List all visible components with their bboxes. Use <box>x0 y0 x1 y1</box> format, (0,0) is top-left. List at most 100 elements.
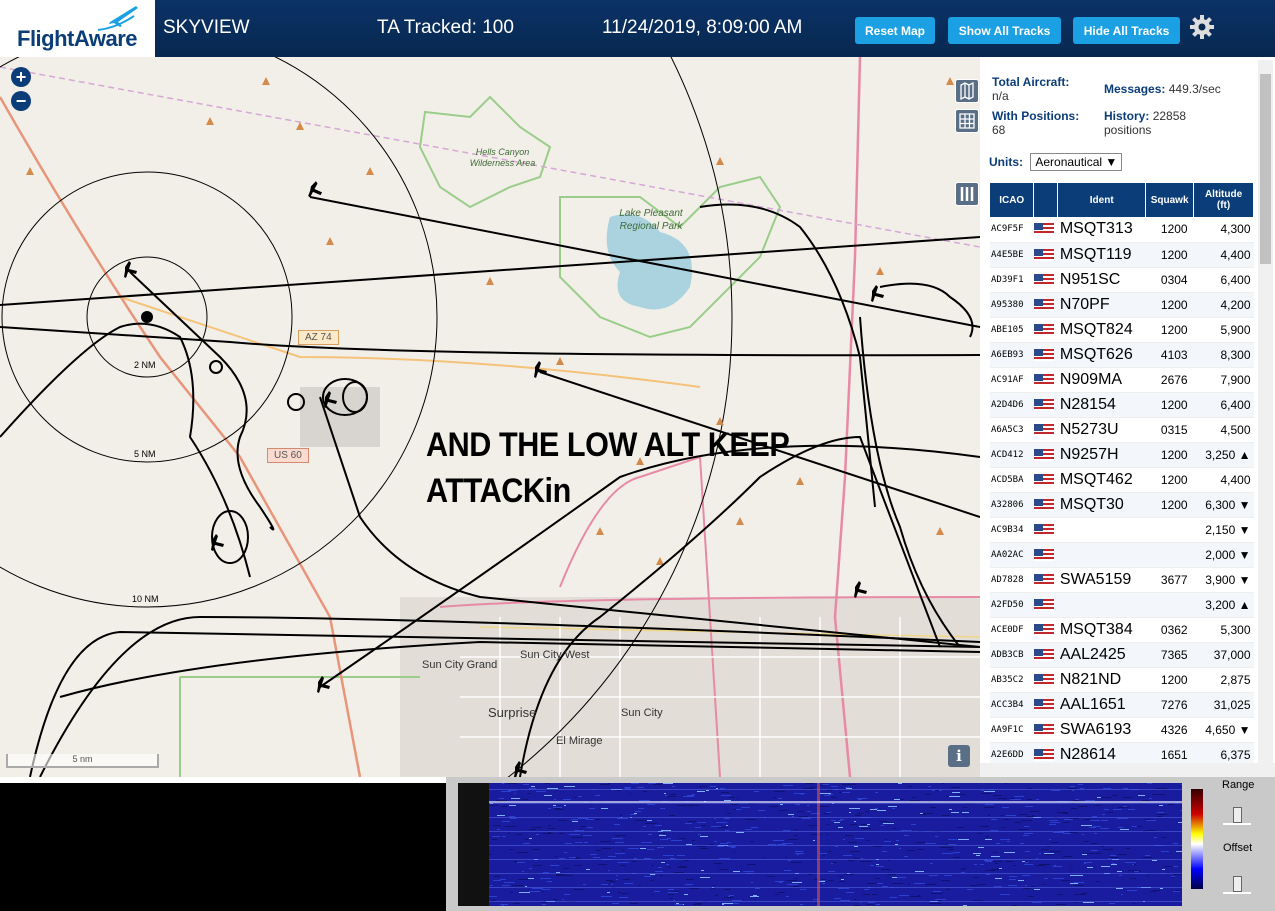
ident-cell: N28154 <box>1057 392 1146 418</box>
flag-cell <box>1033 442 1058 468</box>
table-row[interactable]: A4E5BE MSQT119 1200 4,400 <box>990 242 1254 268</box>
altitude-cell: 2,875 <box>1193 667 1254 693</box>
icao-cell: A4E5BE <box>990 242 1034 268</box>
table-row[interactable]: ABE105 MSQT824 1200 5,900 <box>990 317 1254 343</box>
flag-cell <box>1033 267 1058 293</box>
table-row[interactable]: ACD5BA MSQT462 1200 4,400 <box>990 467 1254 493</box>
table-row[interactable]: AA9F1C SWA6193 4326 4,650 ▼ <box>990 717 1254 743</box>
hide-all-tracks-button[interactable]: Hide All Tracks <box>1073 17 1180 44</box>
icao-cell: AC91AF <box>990 367 1034 393</box>
flag-cell <box>1033 367 1058 393</box>
columns-toggle-icon[interactable] <box>955 182 979 206</box>
flag-cell <box>1033 217 1058 243</box>
us-flag-icon <box>1033 623 1054 636</box>
total-aircraft-label: Total Aircraft: <box>992 75 1070 89</box>
squawk-cell: 1651 <box>1145 742 1194 765</box>
us-flag-icon <box>1033 748 1054 761</box>
altitude-cell: 8,300 <box>1193 342 1254 368</box>
ident-cell: AAL1651 <box>1057 692 1146 718</box>
table-row[interactable]: ACE0DF MSQT384 0362 5,300 <box>990 617 1254 643</box>
table-row[interactable]: A6A5C3 N5273U 0315 4,500 <box>990 417 1254 443</box>
us-flag-icon <box>1033 598 1054 611</box>
range-ring-label: 5 NM <box>134 449 156 459</box>
map-layers-icon[interactable] <box>955 79 979 103</box>
ident-cell <box>1057 517 1146 543</box>
range-slider[interactable] <box>1223 805 1251 825</box>
ident-cell: N28614 <box>1057 742 1146 765</box>
ident-cell: N5273U <box>1057 417 1146 443</box>
place-label: Lake Pleasant Regional Park <box>619 208 683 232</box>
table-row[interactable]: A32806 MSQT30 1200 6,300 ▼ <box>990 492 1254 518</box>
table-row[interactable]: A2D4D6 N28154 1200 6,400 <box>990 392 1254 418</box>
squawk-cell: 1200 <box>1145 392 1194 418</box>
place-label: Hells Canyon Wilderness Area <box>469 147 536 168</box>
table-row[interactable]: ACC3B4 AAL1651 7276 31,025 <box>990 692 1254 718</box>
info-button[interactable]: i <box>948 745 970 767</box>
park-boundary <box>179 676 420 777</box>
gear-icon[interactable] <box>1189 14 1215 40</box>
header-ident[interactable]: Ident <box>1057 183 1147 217</box>
us-flag-icon <box>1033 723 1054 736</box>
grid-icon[interactable] <box>955 109 979 133</box>
icao-cell: A2E6DD <box>990 742 1034 765</box>
us-flag-icon <box>1033 573 1054 586</box>
offset-slider[interactable] <box>1223 874 1251 894</box>
flag-cell <box>1033 717 1058 743</box>
flag-cell <box>1033 342 1058 368</box>
zoom-in-button[interactable]: + <box>11 67 31 87</box>
header-squawk[interactable]: Squawk <box>1145 183 1195 217</box>
table-row[interactable]: A6EB93 MSQT626 4103 8,300 <box>990 342 1254 368</box>
table-row[interactable]: A95380 N70PF 1200 4,200 <box>990 292 1254 318</box>
sidebar-scrollbar[interactable] <box>1258 60 1273 764</box>
overlay-annotation: AND THE LOW ALT KEEP ATTACKin <box>426 422 790 514</box>
zoom-out-button[interactable]: − <box>11 91 31 111</box>
aircraft-table: ICAO Ident Squawk Altitude (ft) AC9F5F MS… <box>990 183 1254 765</box>
show-all-tracks-button[interactable]: Show All Tracks <box>948 17 1061 44</box>
ident-cell: MSQT119 <box>1057 242 1146 268</box>
map-view[interactable]: Hells Canyon Wilderness Area Lake Pleasa… <box>0 57 980 777</box>
table-row[interactable]: A2FD50 3,200 ▲ <box>990 592 1254 618</box>
icao-cell: A95380 <box>990 292 1034 318</box>
table-row[interactable]: AA02AC 2,000 ▼ <box>990 542 1254 568</box>
table-row[interactable]: AD7828 SWA5159 3677 3,900 ▼ <box>990 567 1254 593</box>
place-label: Sun City Grand <box>422 659 498 671</box>
units-row: Units: Aeronautical ▼ <box>989 153 1123 171</box>
header-altitude[interactable]: Altitude (ft) <box>1193 183 1254 217</box>
table-row[interactable]: AB35C2 N821ND 1200 2,875 <box>990 667 1254 693</box>
ident-cell: MSQT30 <box>1057 492 1146 518</box>
skyview-app: FlightAware SKYVIEW TA Tracked: 100 11/2… <box>0 0 1275 911</box>
table-row[interactable]: ADB3CB AAL2425 7365 37,000 <box>990 642 1254 668</box>
place-label: Surprise <box>488 705 537 720</box>
reset-map-button[interactable]: Reset Map <box>855 17 935 44</box>
messages-value: 449.3/sec <box>1168 82 1221 96</box>
scrollbar-thumb[interactable] <box>1260 74 1271 264</box>
icao-cell: ADB3CB <box>990 642 1034 668</box>
header-icao[interactable]: ICAO <box>990 183 1035 217</box>
table-row[interactable]: AD39F1 N951SC 0304 6,400 <box>990 267 1254 293</box>
us-flag-icon <box>1033 373 1054 386</box>
units-select[interactable]: Aeronautical ▼ <box>1030 153 1123 171</box>
place-label: Sun City West <box>520 649 590 661</box>
aircraft-table-wrapper[interactable]: ICAO Ident Squawk Altitude (ft) AC9F5F MS… <box>990 183 1254 765</box>
flag-cell <box>1033 517 1058 543</box>
flag-cell <box>1033 642 1058 668</box>
flag-cell <box>1033 542 1058 568</box>
flightaware-logo[interactable]: FlightAware <box>0 0 155 57</box>
table-row[interactable]: A2E6DD N28614 1651 6,375 <box>990 742 1254 765</box>
table-row[interactable]: AC9F5F MSQT313 1200 4,300 <box>990 217 1254 243</box>
table-row[interactable]: AC9B34 2,150 ▼ <box>990 517 1254 543</box>
with-positions-label: With Positions: <box>992 109 1080 123</box>
table-row[interactable]: AC91AF N909MA 2676 7,900 <box>990 367 1254 393</box>
top-header: FlightAware SKYVIEW TA Tracked: 100 11/2… <box>0 0 1275 57</box>
sidebar-horizontal-scrollbar[interactable] <box>980 763 1275 777</box>
ident-cell: MSQT462 <box>1057 467 1146 493</box>
us-flag-icon <box>1033 698 1054 711</box>
ident-cell: SWA5159 <box>1057 567 1146 593</box>
units-label: Units: <box>989 155 1023 169</box>
waterfall-margin <box>458 783 489 906</box>
header-flag[interactable] <box>1033 183 1059 217</box>
ident-cell: MSQT824 <box>1057 317 1146 343</box>
squawk-cell <box>1145 542 1194 568</box>
icao-cell: A2FD50 <box>990 592 1034 618</box>
table-row[interactable]: ACD412 N9257H 1200 3,250 ▲ <box>990 442 1254 468</box>
